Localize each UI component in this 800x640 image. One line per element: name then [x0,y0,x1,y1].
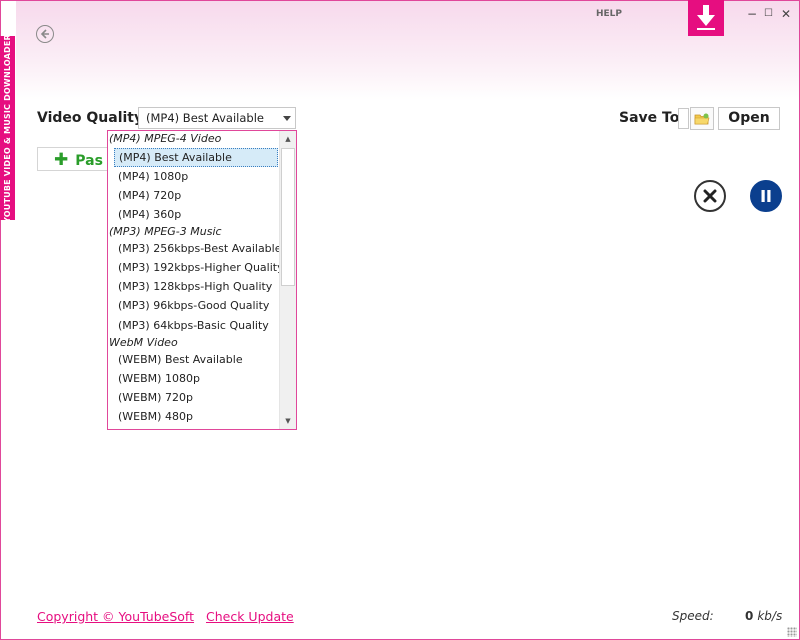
dropdown-group-header: WebM Video [109,336,178,349]
dropdown-item[interactable]: (WEBM) 720p [108,388,278,407]
dropdown-item[interactable]: (MP4) 1080p [108,167,278,186]
dropdown-group-header: (MP3) MPEG-3 Music [109,225,222,238]
dropdown-scrollbar[interactable]: ▲ ▼ [279,131,296,429]
copyright-link[interactable]: Copyright © YouTubeSoft [37,609,194,624]
video-quality-label: Video Quality: [37,110,149,126]
close-button[interactable]: ✕ [781,8,791,20]
cancel-button[interactable] [694,180,726,212]
speed-label: Speed: [672,609,714,623]
maximize-button[interactable]: ☐ [764,9,773,19]
save-to-label: Save To: [619,110,685,126]
speed-readout: 0 kb/s [745,609,782,623]
back-arrow-icon[interactable] [36,25,54,43]
minimize-button[interactable]: − [747,8,757,20]
pause-button[interactable] [750,180,782,212]
scroll-thumb[interactable] [281,148,295,286]
scroll-down-icon[interactable]: ▼ [280,413,296,429]
resize-grip-icon[interactable] [787,627,797,637]
check-update-link[interactable]: Check Update [206,609,294,624]
browse-folder-button[interactable] [690,107,714,130]
download-logo-icon [688,0,724,36]
dropdown-item[interactable]: (WEBM) Best Available [108,350,278,369]
open-folder-button[interactable]: Open [718,107,780,130]
dropdown-item-selected[interactable]: (MP4) Best Available [114,148,278,167]
dropdown-item[interactable]: (MP4) 360p [108,205,278,224]
paste-url-button[interactable]: ✚ Pas [37,147,112,171]
side-title-tab: YOUTUBE VIDEO & MUSIC DOWNLOADER [0,33,15,223]
dropdown-item[interactable]: (MP3) 96kbps-Good Quality [108,296,278,315]
close-icon [703,189,717,203]
plus-icon: ✚ [54,150,69,170]
paste-label: Pas [75,153,103,169]
save-path-field[interactable] [678,108,689,129]
dropdown-item[interactable]: (MP4) 720p [108,186,278,205]
dropdown-item[interactable]: (WEBM) 1080p [108,369,278,388]
speed-unit: kb/s [757,609,783,623]
quality-dropdown-list[interactable]: (MP4) MPEG-4 Video (MP4) Best Available … [107,130,297,430]
help-link[interactable]: HELP [596,9,622,19]
header-band [16,1,799,101]
dropdown-item[interactable]: (WEBM) 480p [108,407,278,426]
dropdown-item[interactable]: (MP3) 192kbps-Higher Quality [108,258,284,277]
side-title: YOUTUBE VIDEO & MUSIC DOWNLOADER [3,33,13,223]
dropdown-item[interactable]: (MP3) 256kbps-Best Available [108,239,282,258]
dropdown-group-header: (MP4) MPEG-4 Video [109,132,222,145]
folder-icon [694,113,710,124]
dropdown-item[interactable]: (MP3) 128kbps-High Quality [108,277,278,296]
scroll-up-icon[interactable]: ▲ [280,131,296,147]
speed-value: 0 [745,609,754,623]
dropdown-item[interactable]: (MP3) 64kbps-Basic Quality [108,316,278,335]
video-quality-select[interactable]: (MP4) Best Available [138,107,296,129]
chevron-down-icon[interactable] [283,116,291,121]
pause-icon [761,190,771,202]
video-quality-value: (MP4) Best Available [146,111,264,125]
